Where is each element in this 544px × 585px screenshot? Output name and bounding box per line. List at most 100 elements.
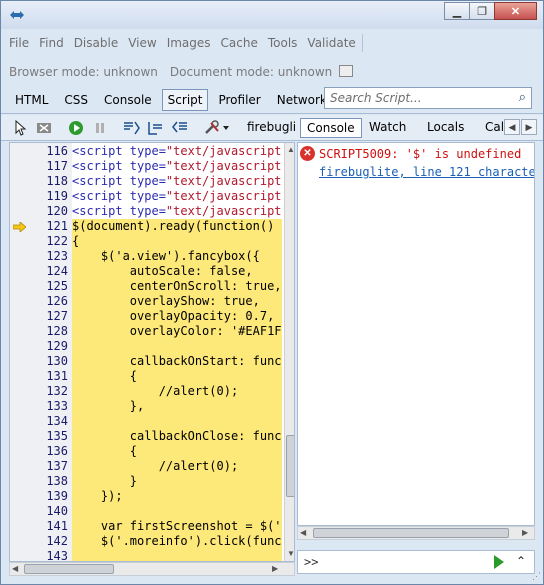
line-number[interactable]: 124 — [10, 264, 68, 279]
code-line[interactable]: 142 $('.moreinfo').click(func — [10, 534, 282, 549]
select-element-icon[interactable] — [13, 119, 29, 137]
tab-html[interactable]: HTML — [9, 89, 54, 111]
code-line[interactable]: 126 overlayShow: true, — [10, 294, 282, 309]
line-number[interactable]: 127 — [10, 309, 68, 324]
code-line[interactable]: 127 overlayOpacity: 0.7, — [10, 309, 282, 324]
code-line[interactable]: 119 <script type="text/javascript — [10, 189, 282, 204]
script-source-pane[interactable]: 116 <script type="text/javascript 117 <scri… — [9, 142, 295, 562]
code-line[interactable]: 138 } — [10, 474, 282, 489]
menu-cache[interactable]: Cache — [221, 36, 258, 50]
code-line[interactable]: 123 $('a.view').fancybox({ — [10, 249, 282, 264]
break-all-icon[interactable] — [93, 119, 107, 137]
scroll-right-icon[interactable]: ▶ — [521, 119, 537, 135]
menu-view[interactable]: View — [128, 36, 156, 50]
minimize-button[interactable]: ▁ — [444, 2, 470, 20]
compatibility-view-icon[interactable] — [339, 65, 353, 77]
code-vertical-scrollbar[interactable]: ▲ ▼ — [284, 143, 294, 561]
line-number[interactable]: 141 — [10, 519, 68, 534]
line-number[interactable]: 132 — [10, 384, 68, 399]
scroll-right-icon[interactable]: ▶ — [272, 564, 278, 573]
menu-images[interactable]: Images — [167, 36, 211, 50]
scroll-left-icon[interactable]: ◀ — [12, 564, 18, 573]
step-into-icon[interactable] — [123, 119, 141, 137]
code-horizontal-scroll-thumb[interactable] — [24, 564, 114, 574]
code-line[interactable]: 137 //alert(0); — [10, 459, 282, 474]
code-line[interactable]: 117 <script type="text/javascript — [10, 159, 282, 174]
line-number[interactable]: 118 — [10, 174, 68, 189]
menu-find[interactable]: Find — [39, 36, 64, 50]
line-number[interactable]: 139 — [10, 489, 68, 504]
line-number[interactable]: 116 — [10, 144, 68, 159]
menu-file[interactable]: File — [9, 36, 29, 50]
menu-validate[interactable]: Validate — [307, 36, 355, 50]
scroll-left-icon[interactable]: ◀ — [504, 119, 520, 135]
code-line[interactable]: 128 overlayColor: '#EAF1FF — [10, 324, 282, 339]
start-debugging-icon[interactable] — [67, 119, 85, 137]
line-number[interactable]: 117 — [10, 159, 68, 174]
line-number[interactable]: 136 — [10, 444, 68, 459]
subtab-locals[interactable]: Locals — [421, 118, 470, 138]
browser-mode-menu[interactable]: Browser mode: unknown — [9, 65, 158, 79]
line-number[interactable]: 125 — [10, 279, 68, 294]
subtab-console[interactable]: Console — [300, 118, 362, 138]
run-script-icon[interactable] — [494, 555, 504, 569]
code-line[interactable]: 140 — [10, 504, 282, 519]
code-line[interactable]: 121 $(document).ready(function() — [10, 219, 282, 234]
line-number[interactable]: 138 — [10, 474, 68, 489]
code-line[interactable]: 122 { — [10, 234, 282, 249]
code-horizontal-scrollbar[interactable]: ◀ ▶ — [9, 562, 295, 576]
tab-script[interactable]: Script — [161, 89, 209, 111]
code-line[interactable]: 120 <script type="text/javascript — [10, 204, 282, 219]
console-command-input[interactable]: >> ⌃ — [297, 550, 535, 574]
step-out-icon[interactable] — [171, 119, 189, 137]
code-line[interactable]: 118 <script type="text/javascript — [10, 174, 282, 189]
error-source-link[interactable]: firebuglite, line 121 character — [319, 165, 534, 179]
scroll-down-icon[interactable]: ▼ — [287, 549, 294, 558]
scroll-left-icon[interactable]: ◀ — [300, 528, 306, 537]
line-number[interactable]: 129 — [10, 339, 68, 354]
code-line[interactable]: 124 autoScale: false, — [10, 264, 282, 279]
line-number[interactable]: 120 — [10, 204, 68, 219]
code-line[interactable]: 135 callbackOnClose: funct — [10, 429, 282, 444]
code-line[interactable]: 129 — [10, 339, 282, 354]
line-number[interactable]: 142 — [10, 534, 68, 549]
line-number[interactable]: 140 — [10, 504, 68, 519]
close-button[interactable]: ✕ — [494, 2, 537, 20]
console-horizontal-scroll-thumb[interactable] — [313, 528, 509, 538]
menu-tools[interactable]: Tools — [268, 36, 298, 50]
code-vertical-scroll-thumb[interactable] — [286, 435, 294, 497]
code-line[interactable]: 136 { — [10, 444, 282, 459]
code-line[interactable]: 134 — [10, 414, 282, 429]
line-number[interactable]: 143 — [10, 549, 68, 561]
line-number[interactable]: 119 — [10, 189, 68, 204]
code-line[interactable]: 143 — [10, 549, 282, 561]
line-number[interactable]: 131 — [10, 369, 68, 384]
code-line[interactable]: 141 var firstScreenshot = $(' — [10, 519, 282, 534]
scroll-right-icon[interactable]: ▶ — [522, 528, 528, 537]
line-number[interactable]: 128 — [10, 324, 68, 339]
tab-css[interactable]: CSS — [58, 89, 94, 111]
tab-profiler[interactable]: Profiler — [212, 89, 266, 111]
code-line[interactable]: 116 <script type="text/javascript — [10, 144, 282, 159]
multi-line-mode-icon[interactable]: ⌃ — [516, 554, 526, 568]
document-mode-menu[interactable]: Document mode: unknown — [170, 65, 332, 79]
resize-grip-icon[interactable]: ⋰ — [532, 571, 541, 582]
line-number[interactable]: 130 — [10, 354, 68, 369]
code-line[interactable]: 132 //alert(0); — [10, 384, 282, 399]
code-line[interactable]: 130 callbackOnStart: funct — [10, 354, 282, 369]
tools-dropdown-icon[interactable] — [203, 119, 231, 137]
clear-browser-cache-icon[interactable] — [35, 119, 53, 137]
script-source-select[interactable]: firebuglite — [247, 120, 295, 134]
code-line[interactable]: 139 }); — [10, 489, 282, 504]
step-over-icon[interactable] — [147, 119, 165, 137]
line-number[interactable]: 137 — [10, 459, 68, 474]
subtab-watch[interactable]: Watch — [363, 118, 412, 138]
line-number[interactable]: 123 — [10, 249, 68, 264]
subtab-call-stack[interactable]: Call — [479, 118, 504, 138]
code-line[interactable]: 131 { — [10, 369, 282, 384]
line-number[interactable]: 134 — [10, 414, 68, 429]
menu-disable[interactable]: Disable — [74, 36, 119, 50]
line-number[interactable]: 122 — [10, 234, 68, 249]
restore-button[interactable]: ❐ — [469, 2, 495, 20]
code-line[interactable]: 133 }, — [10, 399, 282, 414]
